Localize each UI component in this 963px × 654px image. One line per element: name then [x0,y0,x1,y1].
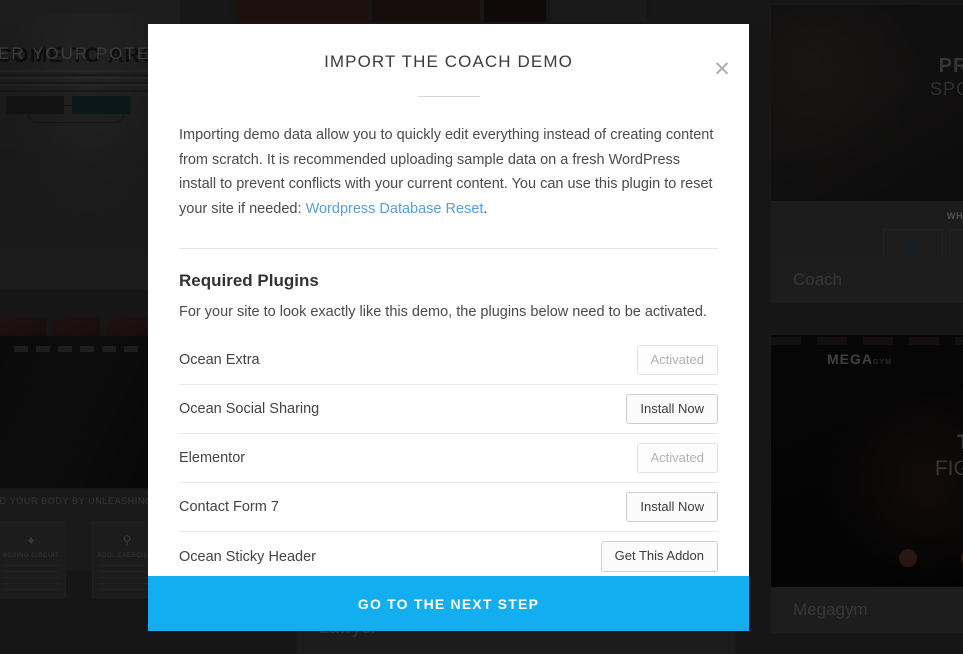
modal-body: IMPORT THE COACH DEMO Importing demo dat… [148,24,749,576]
close-icon[interactable]: ✕ [707,54,737,84]
title-divider [417,96,480,97]
plugin-row: Elementor Activated [179,434,718,483]
plugin-action-button: Activated [636,344,718,376]
page-root: COME TO ARCHITECT! ER YOUR POTENTIAL LD … [0,0,963,654]
modal-title: IMPORT THE COACH DEMO [324,52,573,71]
plugin-name: Ocean Sticky Header [179,548,317,565]
plugin-action-button[interactable]: Install Now [626,393,718,425]
plugin-action-button[interactable]: Get This Addon [600,541,718,572]
wordpress-database-reset-link[interactable]: Wordpress Database Reset [306,201,484,217]
intro-text-part2: . [483,200,488,217]
plugin-row: Ocean Extra Activated [179,336,718,385]
plugin-name: Contact Form 7 [179,499,279,515]
plugin-row: Contact Form 7 Install Now [179,483,718,532]
plugin-action-button: Activated [636,442,718,474]
go-to-next-step-button[interactable]: GO TO THE NEXT STEP [148,576,749,631]
intro-paragraph: Importing demo data allow you to quickly… [179,123,718,221]
plugin-name: Ocean Social Sharing [179,401,320,417]
plugin-list: Ocean Extra Activated Ocean Social Sharing… [179,336,718,576]
plugin-name: Elementor [179,450,246,466]
import-demo-modal: ✕ IMPORT THE COACH DEMO Importing demo d… [148,24,749,631]
required-plugins-subtitle: For your site to look exactly like this … [179,304,707,320]
section-divider [179,248,718,249]
plugin-name: Ocean Extra [179,352,260,368]
plugin-row: Ocean Social Sharing Install Now [179,385,718,434]
plugin-action-button[interactable]: Install Now [626,491,718,523]
required-plugins-heading: Required Plugins [179,271,319,290]
plugin-row: Ocean Sticky Header Get This Addon [179,532,718,576]
